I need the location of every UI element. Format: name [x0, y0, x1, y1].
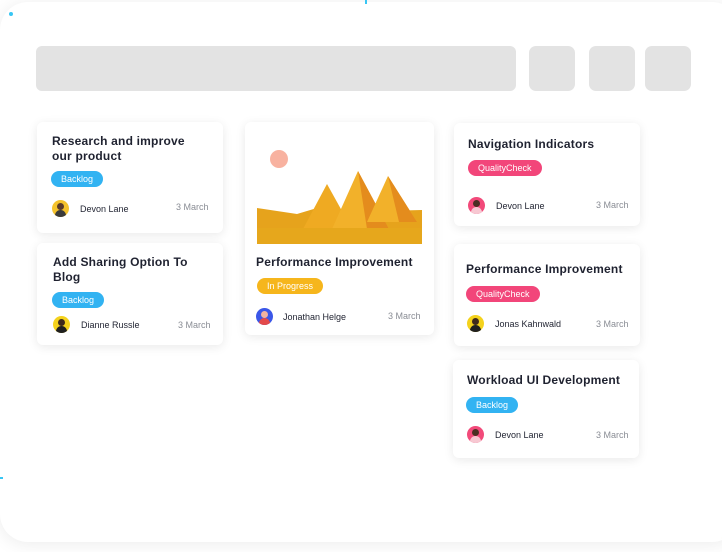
avatar [467, 426, 484, 443]
avatar [52, 200, 69, 217]
card-title: Research and improve our product [52, 134, 202, 164]
avatar [53, 316, 70, 333]
status-badge: QualityCheck [466, 286, 540, 302]
app-window: Research and improve our product Backlog… [0, 2, 722, 542]
pyramids-illustration [257, 142, 422, 244]
task-card-sharing[interactable]: Add Sharing Option To Blog Backlog Diann… [37, 243, 223, 345]
task-card-research[interactable]: Research and improve our product Backlog… [37, 122, 223, 233]
toolbar-button-2[interactable] [589, 46, 635, 91]
avatar [467, 315, 484, 332]
due-date: 3 March [176, 202, 209, 212]
task-card-navigation[interactable]: Navigation Indicators QualityCheck Devon… [454, 123, 640, 226]
status-badge: Backlog [51, 171, 103, 187]
task-card-performance-image[interactable]: Performance Improvement In Progress Jona… [245, 122, 434, 335]
due-date: 3 March [178, 320, 211, 330]
toolbar-button-1[interactable] [529, 46, 575, 91]
due-date: 3 March [596, 319, 629, 329]
card-title: Add Sharing Option To Blog [53, 255, 203, 285]
decorative-accent [0, 477, 3, 479]
card-title: Navigation Indicators [468, 137, 633, 152]
assignee-name: Devon Lane [495, 430, 544, 440]
status-badge: Backlog [52, 292, 104, 308]
sun-shape [270, 150, 288, 168]
status-badge: Backlog [466, 397, 518, 413]
search-bar[interactable] [36, 46, 516, 91]
assignee-name: Devon Lane [80, 204, 129, 214]
assignee-name: Jonas Kahnwald [495, 319, 561, 329]
decorative-accent [365, 0, 367, 4]
due-date: 3 March [596, 200, 629, 210]
assignee-name: Devon Lane [496, 201, 545, 211]
decorative-accent [9, 12, 13, 16]
toolbar-button-3[interactable] [645, 46, 691, 91]
foreground-sand [257, 228, 422, 244]
avatar [468, 197, 485, 214]
assignee-name: Jonathan Helge [283, 312, 346, 322]
card-title: Performance Improvement [466, 262, 636, 277]
task-card-workload[interactable]: Workload UI Development Backlog Devon La… [453, 360, 639, 458]
card-title: Performance Improvement [256, 255, 431, 270]
task-card-performance[interactable]: Performance Improvement QualityCheck Jon… [454, 244, 640, 346]
due-date: 3 March [388, 311, 421, 321]
avatar [256, 308, 273, 325]
status-badge: In Progress [257, 278, 323, 294]
assignee-name: Dianne Russle [81, 320, 140, 330]
status-badge: QualityCheck [468, 160, 542, 176]
due-date: 3 March [596, 430, 629, 440]
card-title: Workload UI Development [467, 373, 635, 388]
